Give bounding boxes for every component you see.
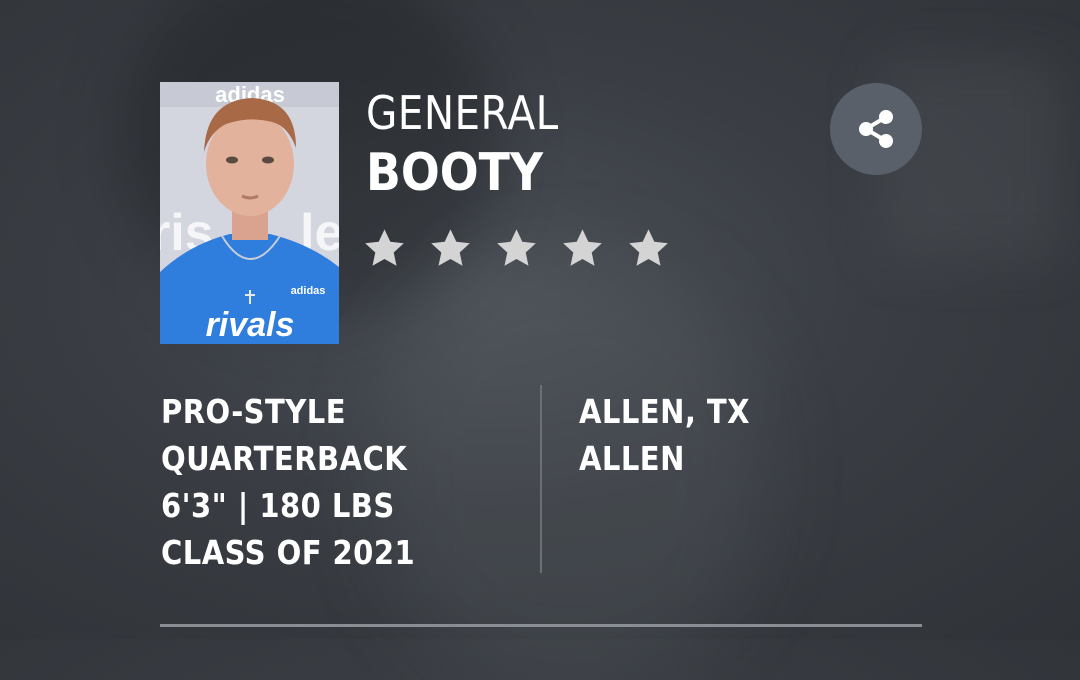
star-icon: [563, 229, 602, 266]
hometown: ALLEN, TX: [579, 392, 750, 431]
player-location: ALLEN, TX ALLEN: [579, 388, 773, 482]
star-icon: [431, 229, 470, 266]
player-photo: adidas ris le adidas rivals: [160, 82, 339, 344]
svg-text:adidas: adidas: [291, 285, 326, 297]
divider: [540, 385, 542, 573]
player-first-name: GENERAL: [366, 86, 559, 140]
player-last-name: BOOTY: [366, 143, 544, 203]
photo-shirt-text: rivals: [206, 306, 295, 344]
star-icon: [497, 229, 536, 266]
share-icon: [859, 110, 893, 148]
position-line-2: QUARTERBACK: [161, 439, 408, 478]
star-icon: [629, 229, 668, 266]
school: ALLEN: [579, 439, 685, 478]
player-details: PRO-STYLE QUARTERBACK 6'3" | 180 LBS CLA…: [161, 388, 450, 576]
class-year: CLASS OF 2021: [161, 533, 416, 572]
star-rating: [362, 226, 671, 271]
share-button[interactable]: [830, 83, 922, 175]
position-line-1: PRO-STYLE: [161, 392, 346, 431]
bottom-divider: [160, 624, 922, 627]
star-icon: [365, 229, 404, 266]
measurements: 6'3" | 180 LBS: [161, 486, 395, 525]
